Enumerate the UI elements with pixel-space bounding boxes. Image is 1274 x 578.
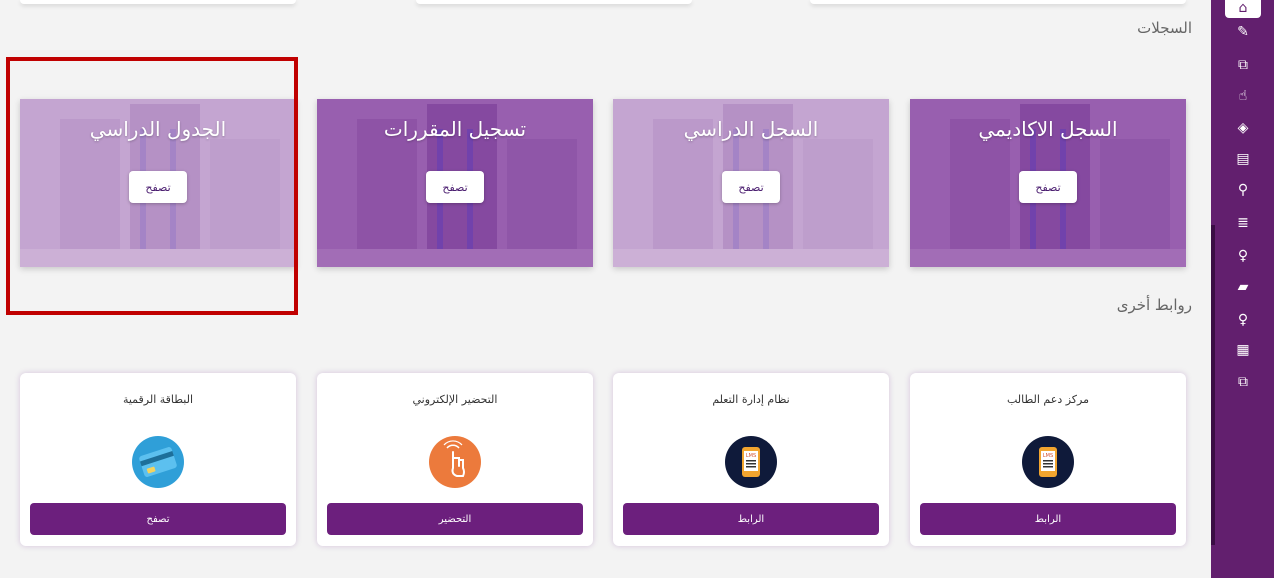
pointer-hand-icon[interactable]: ☝ bbox=[1233, 86, 1253, 106]
link-card-title: مركز دعم الطالب bbox=[1007, 393, 1089, 406]
calendar-icon[interactable]: ▦ bbox=[1233, 340, 1253, 360]
browse-button[interactable]: تصفح bbox=[30, 503, 286, 535]
id-card-icon[interactable]: ▤ bbox=[1233, 149, 1253, 169]
sidebar: ⌂ ✎ ⧉ ☝ ◈ ▤ ⚲ ≣ ♀ ▰ ♀ ▦ ⧉ bbox=[1211, 0, 1274, 578]
book-icon[interactable]: ▰ bbox=[1233, 277, 1253, 297]
link-card-digital-card: البطاقة الرقمية تصفح bbox=[20, 373, 296, 546]
layers-icon[interactable]: ◈ bbox=[1233, 118, 1253, 138]
link-button[interactable]: الرابط bbox=[623, 503, 879, 535]
link-card-student-support: مركز دعم الطالب LMS الرابط bbox=[910, 373, 1186, 546]
record-card-academic-record: السجل الاكاديمي تصفح bbox=[910, 99, 1186, 267]
record-card-title: السجل الدراسي bbox=[683, 117, 819, 141]
touch-hand-icon bbox=[429, 436, 481, 488]
scrollbar[interactable] bbox=[1211, 225, 1215, 545]
records-section-title: السجلات bbox=[1137, 19, 1192, 37]
svg-text:LMS: LMS bbox=[746, 453, 756, 459]
lightbulb-icon[interactable]: ♀ bbox=[1233, 310, 1253, 330]
links-section-title: روابط أخرى bbox=[1116, 296, 1192, 314]
link-card-title: البطاقة الرقمية bbox=[122, 393, 194, 406]
svg-text:LMS: LMS bbox=[1043, 453, 1053, 459]
home-icon: ⌂ bbox=[1238, 0, 1248, 16]
paperclip-icon[interactable]: ⚲ bbox=[1233, 180, 1253, 200]
lms-phone-icon: LMS bbox=[1022, 436, 1074, 488]
browse-button[interactable]: تصفح bbox=[1019, 171, 1077, 203]
sidebar-item-home[interactable]: ⌂ bbox=[1225, 0, 1261, 18]
top-card-3 bbox=[810, 0, 1186, 4]
browse-button[interactable]: تصفح bbox=[722, 171, 780, 203]
frame-icon[interactable]: ⧉ bbox=[1233, 372, 1253, 392]
lightbulb-icon[interactable]: ♀ bbox=[1233, 246, 1253, 266]
record-card-study-record: السجل الدراسي تصفح bbox=[613, 99, 889, 267]
top-card-1 bbox=[20, 0, 296, 4]
lms-phone-icon: LMS bbox=[725, 436, 777, 488]
link-card-e-attendance: التحضير الإلكتروني التحضير bbox=[317, 373, 593, 546]
record-card-title: تسجيل المقررات bbox=[383, 117, 527, 141]
record-card-title: السجل الاكاديمي bbox=[978, 117, 1118, 141]
browse-button[interactable]: تصفح bbox=[426, 171, 484, 203]
record-card-course-registration: تسجيل المقررات تصفح bbox=[317, 99, 593, 267]
server-icon[interactable]: ≣ bbox=[1233, 213, 1253, 233]
edit-icon[interactable]: ✎ bbox=[1233, 22, 1253, 42]
top-card-2 bbox=[416, 0, 692, 4]
link-card-title: التحضير الإلكتروني bbox=[412, 393, 498, 406]
link-card-lms: نظام إدارة التعلم LMS الرابط bbox=[613, 373, 889, 546]
attendance-button[interactable]: التحضير bbox=[327, 503, 583, 535]
link-button[interactable]: الرابط bbox=[920, 503, 1176, 535]
highlight-box bbox=[6, 57, 298, 315]
frame-icon[interactable]: ⧉ bbox=[1233, 55, 1253, 75]
link-card-title: نظام إدارة التعلم bbox=[712, 393, 790, 406]
credit-card-icon bbox=[132, 436, 184, 488]
